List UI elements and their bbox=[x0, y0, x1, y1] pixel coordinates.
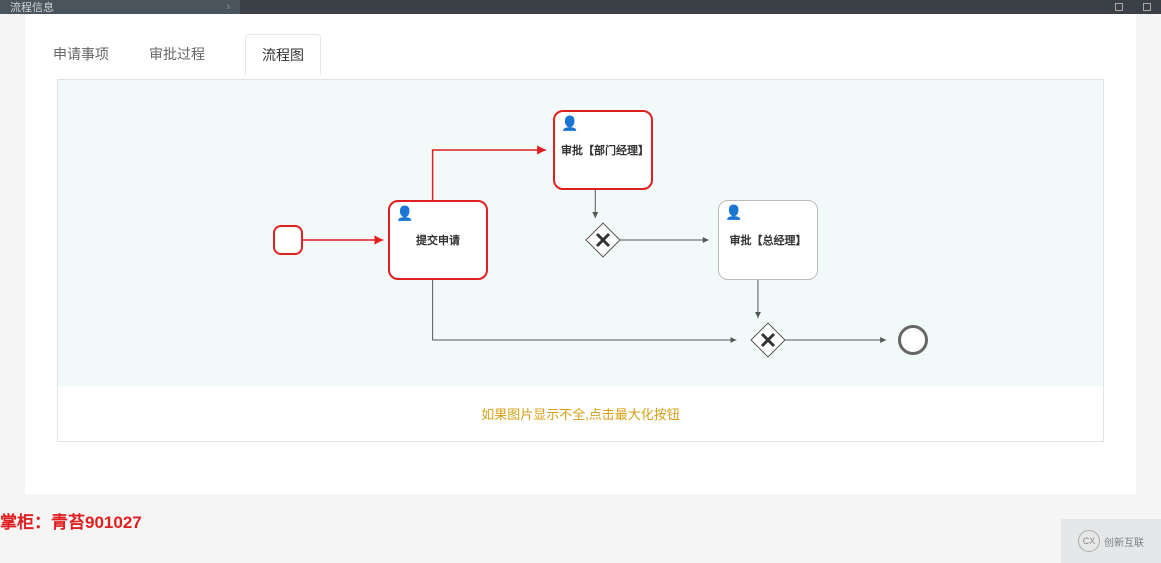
tab-apply[interactable]: 申请事项 bbox=[53, 44, 109, 75]
bpmn-diagram: 👤 提交申请 👤 审批【部门经理】 👤 审批【总经理】 bbox=[58, 80, 1103, 386]
task-dept-manager[interactable]: 👤 审批【部门经理】 bbox=[553, 110, 653, 190]
maximize-icon[interactable] bbox=[1143, 3, 1151, 11]
owner-note: 掌柜：青苔901027 bbox=[0, 508, 142, 533]
gateway-1[interactable] bbox=[583, 220, 623, 260]
tab-flowchart[interactable]: 流程图 bbox=[245, 34, 321, 75]
task-general-manager[interactable]: 👤 审批【总经理】 bbox=[718, 200, 818, 280]
tabs: 申请事项 审批过程 流程图 bbox=[25, 14, 1136, 75]
user-icon: 👤 bbox=[561, 116, 578, 130]
window-controls bbox=[1115, 0, 1151, 14]
logo-badge: CX 创新互联 bbox=[1061, 519, 1161, 563]
title-bar: 流程信息 › bbox=[0, 0, 1161, 14]
minimize-icon[interactable] bbox=[1115, 3, 1123, 11]
task-label: 提交申请 bbox=[416, 232, 460, 248]
window-title: 流程信息 bbox=[10, 0, 54, 15]
diagram-hint: 如果图片显示不全,点击最大化按钮 bbox=[58, 386, 1103, 441]
task-label: 审批【部门经理】 bbox=[561, 142, 645, 158]
diagram-container: 👤 提交申请 👤 审批【部门经理】 👤 审批【总经理】 bbox=[57, 79, 1104, 442]
sidebar-header: 流程信息 › bbox=[0, 0, 240, 14]
logo-mark-icon: CX bbox=[1078, 530, 1100, 552]
user-icon: 👤 bbox=[725, 205, 742, 219]
task-label: 审批【总经理】 bbox=[730, 232, 807, 248]
end-event[interactable] bbox=[898, 325, 928, 355]
content-panel: 申请事项 审批过程 流程图 bbox=[25, 14, 1136, 494]
start-event[interactable] bbox=[273, 225, 303, 255]
logo-text: 创新互联 bbox=[1104, 534, 1144, 549]
tab-review[interactable]: 审批过程 bbox=[149, 44, 205, 75]
gateway-2[interactable] bbox=[748, 320, 788, 360]
user-icon: 👤 bbox=[396, 206, 413, 220]
chevron-right-icon: › bbox=[226, 1, 230, 13]
task-submit[interactable]: 👤 提交申请 bbox=[388, 200, 488, 280]
